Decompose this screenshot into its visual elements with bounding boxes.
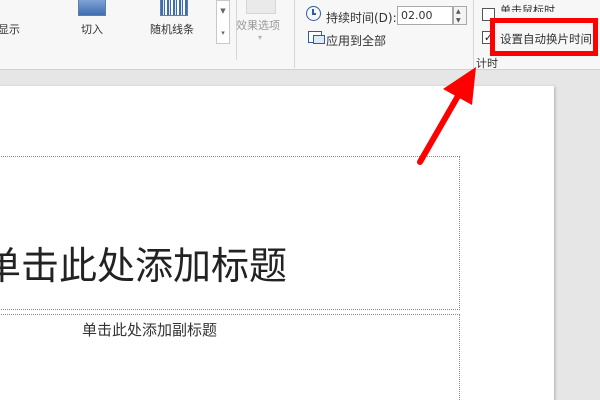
on-click-label: 单击鼠标时 [500, 4, 555, 12]
duration-spinner[interactable]: ▲ ▼ [453, 6, 467, 25]
timing-separator [473, 0, 474, 68]
effect-options-button[interactable]: 效果选项 ▾ [236, 0, 288, 60]
title-placeholder-text: 单击此处添加标题 [0, 244, 288, 288]
clock-icon [306, 6, 321, 21]
cut-transition-icon [78, 0, 106, 16]
gallery-down-icon[interactable]: ▼ [219, 7, 227, 15]
duration-label: 持续时间(D): [326, 11, 397, 25]
slide-canvas[interactable]: 单击此处添加标题 单击此处添加副标题 [0, 86, 554, 400]
gallery-more-icon[interactable]: ▾ [219, 29, 227, 37]
transition-random-bars-button[interactable]: 随机线条 [146, 0, 204, 60]
effect-options-icon [246, 0, 276, 14]
vertical-scrollbar[interactable] [586, 71, 600, 400]
apply-to-all-icon [308, 31, 325, 44]
duration-input[interactable]: 02.00 [397, 6, 453, 25]
spin-up-icon[interactable]: ▲ [456, 8, 461, 15]
effect-options-chevron-icon: ▾ [258, 33, 263, 42]
transition-cut-button[interactable]: 切入 [70, 0, 116, 60]
ribbon-group-separator [294, 0, 295, 68]
random-bars-icon [160, 0, 188, 16]
transitions-ribbon: 显示 切入 随机线条 ▼ ▾ 效果选项 ▾ 持续时间(D): 02.00 ▲ ▼… [0, 0, 600, 70]
display-label: 显示 [0, 23, 20, 36]
cut-label: 切入 [81, 23, 103, 36]
timing-group-label: 计时 [476, 57, 498, 70]
apply-to-all-button[interactable]: 应用到全部 [326, 32, 386, 49]
subtitle-placeholder-text: 单击此处添加副标题 [82, 321, 218, 339]
subtitle-placeholder[interactable]: 单击此处添加副标题 [0, 314, 460, 400]
effect-options-label: 效果选项 [236, 19, 280, 32]
title-placeholder[interactable]: 单击此处添加标题 [0, 156, 460, 310]
random-bars-label: 随机线条 [150, 23, 194, 36]
transition-display-button[interactable]: 显示 [0, 0, 40, 60]
transition-gallery-scroll[interactable]: ▼ ▾ [216, 0, 230, 44]
highlight-box [490, 18, 598, 56]
spin-down-icon[interactable]: ▼ [456, 17, 461, 24]
